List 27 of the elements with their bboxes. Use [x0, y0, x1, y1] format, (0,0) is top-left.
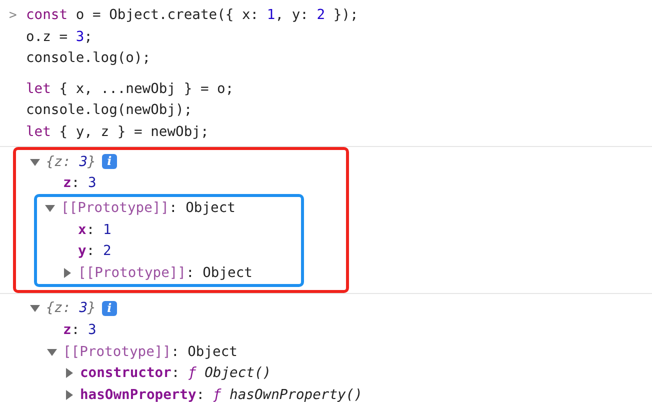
info-badge[interactable]: i — [102, 154, 117, 170]
property-entry: x: 1 — [78, 222, 112, 238]
collapsed-triangle-icon[interactable] — [62, 268, 72, 278]
object-preview: {z: 3} — [46, 300, 96, 316]
info-badge[interactable]: i — [102, 300, 117, 316]
expanded-triangle-icon[interactable] — [30, 303, 40, 314]
collapsed-triangle-icon[interactable] — [64, 368, 74, 378]
property-entry: y: 2 — [78, 243, 112, 260]
prototype-entry: [[Prototype]]: Object — [61, 200, 236, 216]
code-line: console.log(o); — [26, 50, 151, 66]
method-entry: hasOwnProperty: ƒ hasOwnProperty() — [80, 386, 362, 402]
method-entry: constructor: ƒ Object() — [80, 365, 272, 382]
prototype-entry: [[Prototype]]: Object — [63, 344, 238, 360]
expanded-triangle-icon[interactable] — [45, 202, 55, 213]
property-entry: z: 3 — [63, 322, 96, 338]
expanded-triangle-icon[interactable] — [47, 346, 57, 357]
code-line: o.z = 3; — [26, 28, 92, 44]
collapsed-triangle-icon[interactable] — [64, 390, 74, 400]
object-preview: {z: 3} — [46, 154, 96, 170]
prototype-entry: [[Prototype]]: Object — [78, 264, 252, 281]
code-line: let { y, z } = newObj; — [26, 124, 209, 140]
prompt-chevron: > — [9, 7, 18, 25]
property-entry: z: 3 — [63, 175, 96, 192]
code-line: console.log(newObj); — [26, 102, 192, 118]
code-line: const o = Object.create({ x: 1, y: 2 }); — [26, 7, 358, 23]
expanded-triangle-icon[interactable] — [30, 156, 40, 167]
code-line: let { x, ...newObj } = o; — [26, 80, 234, 96]
